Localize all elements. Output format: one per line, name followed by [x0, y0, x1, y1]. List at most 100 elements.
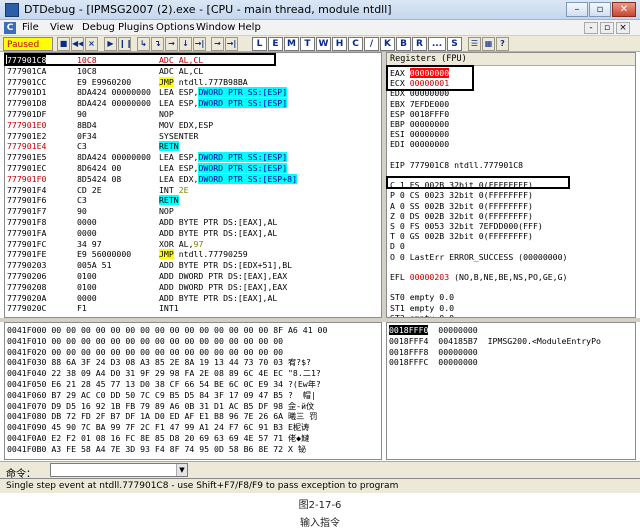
- memory-map-button[interactable]: M: [284, 37, 299, 51]
- open-icon[interactable]: ■: [57, 37, 70, 51]
- execute-till-return-icon[interactable]: →|: [193, 37, 206, 51]
- disassembly-row[interactable]: 777901E0 8BD4 MOV EDX,ESP: [5, 120, 375, 131]
- breakpoints-button[interactable]: B: [396, 37, 411, 51]
- dump-row[interactable]: 0041F060 B7 29 AC C0 DD 50 7C C9 B5 D5 8…: [7, 390, 316, 401]
- disassembly-row[interactable]: 777901F0 8D5424 08 LEA EDX,DWORD PTR SS:[E…: [5, 173, 375, 185]
- disassembly-row[interactable]: 777901FC 34 97 XOR AL,97: [5, 239, 375, 250]
- register-line[interactable]: EBP 00000000: [390, 119, 449, 130]
- disassembly-row[interactable]: 777901FA 0000 ADD BYTE PTR DS:[EAX],AL: [5, 228, 375, 239]
- stack-row[interactable]: 0018FFF4 004185B7 IPMSG200.<ModuleEntryP…: [389, 336, 601, 347]
- disassembly-row[interactable]: 777901D1 8DA424 00000000 LEA ESP,DWORD PTR…: [5, 87, 375, 98]
- dump-row[interactable]: 0041F070 D9 D5 16 92 1B FB 79 89 A6 0B 3…: [7, 401, 314, 412]
- animate-icon[interactable]: →|: [225, 37, 238, 51]
- register-line[interactable]: EFL 00000203 (NO,B,NE,BE,NS,PO,GE,G): [390, 272, 567, 283]
- menu-file[interactable]: File: [22, 22, 39, 33]
- register-line[interactable]: D 0: [390, 241, 410, 252]
- pause-icon[interactable]: ❙❙: [118, 37, 131, 51]
- menu-options[interactable]: Options: [156, 22, 195, 33]
- register-line[interactable]: A 0 SS 002B 32bit 0(FFFFFFFF): [390, 201, 533, 212]
- menu-debug[interactable]: Debug: [82, 22, 115, 33]
- register-line[interactable]: ESP 0018FFF0: [390, 109, 449, 120]
- cpu-window-icon[interactable]: C: [4, 22, 16, 34]
- trace-over-icon[interactable]: ↓: [179, 37, 192, 51]
- source-button[interactable]: S: [447, 37, 462, 51]
- patches-button[interactable]: /: [364, 37, 379, 51]
- call-stack-button[interactable]: K: [380, 37, 395, 51]
- register-line[interactable]: EIP 777901C8 ntdll.777901C8: [390, 160, 523, 171]
- register-line[interactable]: O 0 LastErr ERROR_SUCCESS (00000000): [390, 252, 567, 263]
- disassembly-row[interactable]: 777901E2 0F34 SYSENTER: [5, 131, 375, 142]
- command-dropdown-icon[interactable]: ▼: [176, 464, 187, 476]
- dump-row[interactable]: 0041F020 00 00 00 00 00 00 00 00 00 00 0…: [7, 347, 288, 358]
- menu-window[interactable]: Window: [196, 22, 235, 33]
- trace-into-icon[interactable]: →: [165, 37, 178, 51]
- restart-icon[interactable]: ◀◀: [71, 37, 84, 51]
- stack-row[interactable]: 0018FFFC 00000000: [389, 357, 478, 368]
- register-line[interactable]: ST0 empty 0.0: [390, 292, 454, 303]
- restore-button[interactable]: ▫: [589, 2, 611, 17]
- disassembly-row[interactable]: 7779020A 0000 ADD BYTE PTR DS:[EAX],AL: [5, 293, 375, 304]
- dump-row[interactable]: 0041F000 00 00 00 00 00 00 00 00 00 00 0…: [7, 325, 327, 336]
- register-line[interactable]: ESI 00000000: [390, 129, 449, 140]
- run-trace-button[interactable]: ...: [428, 37, 446, 51]
- handles-button[interactable]: H: [332, 37, 347, 51]
- threads-button[interactable]: T: [300, 37, 315, 51]
- register-line[interactable]: EBX 7EFDE000: [390, 99, 449, 110]
- step-into-icon[interactable]: ↳: [137, 37, 150, 51]
- dump-row[interactable]: 0041F030 88 6A 3F 24 D3 08 A3 85 2E 8A 1…: [7, 357, 311, 368]
- dump-row[interactable]: 0041F090 45 90 7C BA 99 7F 2C F1 47 99 A…: [7, 422, 309, 433]
- grid-icon[interactable]: ▦: [482, 37, 495, 51]
- stack-row[interactable]: 0018FFF0 00000000: [389, 325, 478, 336]
- help-icon[interactable]: ?: [496, 37, 509, 51]
- menu-view[interactable]: View: [50, 22, 74, 33]
- disassembly-row[interactable]: 77790203 005A 51 ADD BYTE PTR DS:[EDX+51],…: [5, 260, 375, 271]
- step-over-icon[interactable]: ↴: [151, 37, 164, 51]
- dump-row[interactable]: 0041F010 00 00 00 00 00 00 00 00 00 00 0…: [7, 336, 288, 347]
- command-input[interactable]: [50, 463, 188, 477]
- disassembly-row[interactable]: 777901DF 90 NOP: [5, 109, 375, 120]
- menu-help[interactable]: Help: [238, 22, 261, 33]
- dump-row[interactable]: 0041F0A0 E2 F2 01 08 16 FC 8E 85 D8 20 6…: [7, 433, 309, 444]
- dump-row[interactable]: 0041F040 22 38 09 A4 D0 31 9F 29 98 FA 2…: [7, 368, 321, 379]
- terminate-icon[interactable]: ×: [85, 37, 98, 51]
- dump-row[interactable]: 0041F0B0 A3 FE 58 A4 7E 3D 93 F4 8F 74 9…: [7, 444, 306, 455]
- dump-row[interactable]: 0041F050 E6 21 28 45 77 13 D0 38 CF 66 5…: [7, 379, 321, 390]
- disassembly-row[interactable]: 77790208 0100 ADD DWORD PTR DS:[EAX],EAX: [5, 282, 375, 293]
- run-icon[interactable]: ▶: [104, 37, 117, 51]
- register-line[interactable]: EDI 00000000: [390, 139, 449, 150]
- register-line[interactable]: P 0 CS 0023 32bit 0(FFFFFFFF): [390, 190, 533, 201]
- stack-pane[interactable]: 0018FFF0 00000000 0018FFF4 004185B7 IPMSG…: [386, 322, 636, 460]
- goto-icon[interactable]: →: [211, 37, 224, 51]
- register-line[interactable]: ST1 empty 0.0: [390, 303, 454, 314]
- disassembly-row[interactable]: 777901EC 8D6424 00 LEA ESP,DWORD PTR SS:[E…: [5, 163, 375, 174]
- disassembly-row[interactable]: 777901CA 10C8 ADC AL,CL: [5, 66, 375, 77]
- register-line[interactable]: T 0 GS 002B 32bit 0(FFFFFFFF): [390, 231, 533, 242]
- disassembly-row[interactable]: 777901F4 CD 2E INT 2E: [5, 185, 375, 196]
- windows-button[interactable]: W: [316, 37, 331, 51]
- minimize-button[interactable]: –: [566, 2, 588, 17]
- list-icon[interactable]: ☰: [468, 37, 481, 51]
- disassembly-row[interactable]: 77790206 0100 ADD DWORD PTR DS:[EAX],EAX: [5, 271, 375, 282]
- close-button[interactable]: ✕: [612, 2, 636, 17]
- dump-row[interactable]: 0041F080 DB 72 FD 2F B7 DF 1A D0 ED AF E…: [7, 411, 317, 422]
- disassembly-row[interactable]: 777901D8 8DA424 00000000 LEA ESP,DWORD PTR…: [5, 98, 375, 109]
- disassembly-row[interactable]: 777901CC E9 E9960200 JMP ntdll.777B98BA: [5, 76, 375, 88]
- disassembly-row[interactable]: 777901E5 8DA424 00000000 LEA ESP,DWORD PTR…: [5, 152, 375, 163]
- log-window-button[interactable]: L: [252, 37, 267, 51]
- disassembly-row[interactable]: 777901F6 C3 RETN: [5, 195, 375, 206]
- mdi-minimize-button[interactable]: -: [584, 22, 598, 34]
- disassembly-row[interactable]: 777901F7 90 NOP: [5, 206, 375, 217]
- mdi-close-button[interactable]: ×: [616, 22, 630, 34]
- memory-dump-pane[interactable]: 0041F000 00 00 00 00 00 00 00 00 00 00 0…: [4, 322, 382, 460]
- references-button[interactable]: R: [412, 37, 427, 51]
- register-line[interactable]: Z 0 DS 002B 32bit 0(FFFFFFFF): [390, 211, 533, 222]
- stack-row[interactable]: 0018FFF8 00000000: [389, 347, 478, 358]
- disassembly-row[interactable]: 7779020C F1 INT1: [5, 303, 375, 314]
- disassembly-row[interactable]: 777901F8 0000 ADD BYTE PTR DS:[EAX],AL: [5, 217, 375, 228]
- mdi-restore-button[interactable]: ▫: [600, 22, 614, 34]
- executable-modules-button[interactable]: E: [268, 37, 283, 51]
- menu-plugins[interactable]: Plugins: [118, 22, 154, 33]
- register-line[interactable]: S 0 FS 0053 32bit 7EFDD000(FFF): [390, 221, 543, 232]
- disassembly-row[interactable]: 777901FE E9 56000000 JMP ntdll.77790259: [5, 249, 375, 260]
- cpu-button[interactable]: C: [348, 37, 363, 51]
